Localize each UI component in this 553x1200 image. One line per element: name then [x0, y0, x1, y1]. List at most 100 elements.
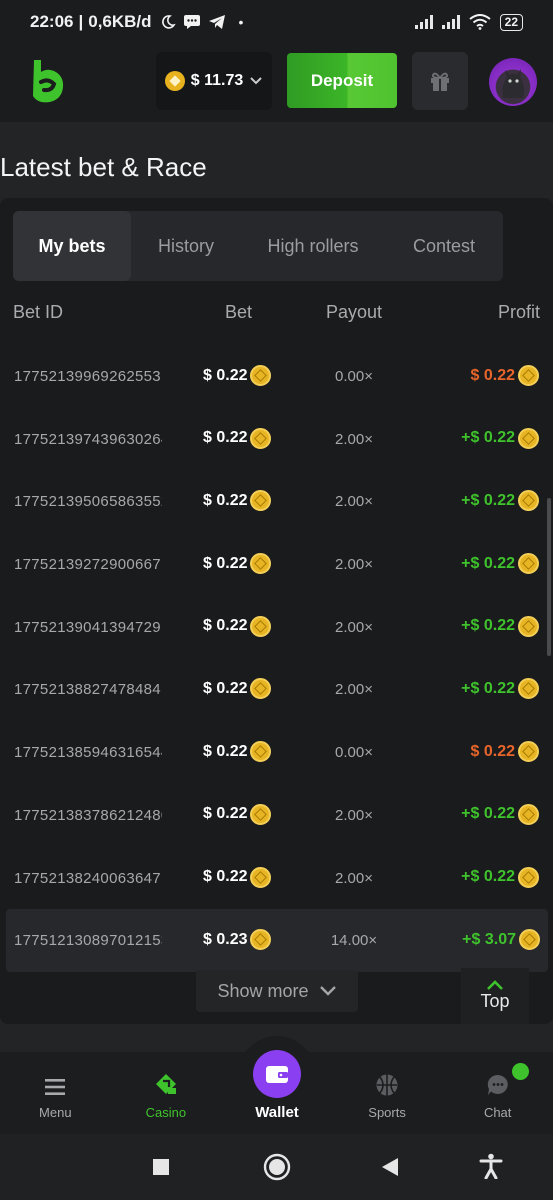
wallet-button[interactable]	[253, 1050, 301, 1098]
coin-icon	[518, 678, 539, 700]
nav-wallet-label: Wallet	[255, 1104, 299, 1121]
tab-high-rollers[interactable]: High rollers	[241, 211, 385, 281]
table-row[interactable]: 1775213837862124800 $ 0.22 2.00× +$ 0.22	[0, 784, 553, 847]
table-row[interactable]: 1775213882747848416 $ 0.22 2.00× +$ 0.22	[0, 658, 553, 721]
bet-amount-text: $ 0.22	[203, 679, 248, 697]
profit: +$ 0.22	[461, 615, 539, 637]
coin-icon	[164, 71, 185, 91]
deposit-button[interactable]: Deposit	[287, 53, 397, 108]
tab-history[interactable]: History	[131, 211, 241, 281]
bet-amount: $ 0.22	[203, 866, 272, 888]
top-label: Top	[480, 991, 510, 1011]
table-row[interactable]: 1775213974396302640 $ 0.22 2.00× +$ 0.22	[0, 408, 553, 471]
signal-icon-2	[441, 15, 460, 29]
coin-icon	[250, 490, 272, 512]
profit-text: +$ 0.22	[461, 868, 515, 885]
chat-icon	[487, 1074, 508, 1095]
bet-amount: $ 0.22	[203, 553, 272, 575]
table-row[interactable]: 1775213950658635528 $ 0.22 2.00× +$ 0.22	[0, 470, 553, 533]
payout: 2.00×	[335, 618, 373, 636]
balance-selector[interactable]: $ 11.73	[156, 52, 272, 110]
bet-id: 1775213882747848416	[14, 681, 162, 699]
coin-icon	[250, 553, 272, 575]
payout: 2.00×	[335, 556, 373, 574]
coin-icon	[518, 803, 539, 825]
bet-amount-text: $ 0.22	[203, 742, 248, 760]
tab-my-bets[interactable]: My bets	[13, 211, 131, 281]
bet-id: 1775213974396302640	[14, 430, 162, 448]
table-row[interactable]: 1775213996926255312 $ 0.22 0.00× $ 0.22	[0, 345, 553, 408]
payout: 14.00×	[330, 932, 378, 950]
battery-icon: 22	[499, 13, 523, 31]
bet-id: 1775213950658635528	[14, 493, 162, 511]
bet-amount-text: $ 0.22	[203, 868, 248, 885]
table-row[interactable]: 1775213904139472912 $ 0.22 2.00× +$ 0.22	[0, 596, 553, 659]
scroll-top-button[interactable]: Top	[461, 968, 529, 1024]
bcgame-logo-icon[interactable]	[28, 58, 66, 104]
scrollbar[interactable]	[547, 498, 551, 656]
nav-casino[interactable]: Casino	[111, 1052, 222, 1134]
nav-chat-label: Chat	[483, 1105, 512, 1120]
bet-id: 1775121308970121536	[14, 932, 162, 950]
chevron-down-icon	[319, 986, 336, 996]
nav-chat[interactable]: Chat	[442, 1052, 553, 1134]
table-row[interactable]: 1775213824006364712 $ 0.22 2.00× +$ 0.22	[0, 847, 553, 910]
profit-text: +$ 0.22	[461, 491, 515, 509]
coin-icon	[518, 427, 539, 449]
wallet-icon	[266, 1066, 288, 1083]
table-header: Bet ID Bet Payout Profit	[0, 296, 553, 330]
coin-icon	[250, 866, 272, 888]
bet-amount-text: $ 0.22	[203, 617, 248, 635]
bet-id: 1775213837862124800	[14, 806, 162, 824]
coin-icon	[250, 615, 272, 637]
payout: 2.00×	[335, 430, 373, 448]
bet-amount: $ 0.22	[203, 427, 272, 449]
profit-text: $ 0.22	[470, 366, 515, 384]
tab-contest[interactable]: Contest	[385, 211, 503, 281]
coin-icon	[518, 365, 539, 386]
bet-amount: $ 0.22	[203, 803, 272, 825]
avatar[interactable]	[489, 58, 537, 106]
gift-button[interactable]	[412, 52, 468, 110]
table-row[interactable]: 1775213859463165448 $ 0.22 0.00× $ 0.22	[0, 721, 553, 784]
table-row[interactable]: 1775213927290066712 $ 0.22 2.00× +$ 0.22	[0, 533, 553, 596]
profit-text: +$ 0.22	[461, 679, 515, 697]
col-bet-id: Bet ID	[13, 302, 64, 322]
show-more-label: Show more	[217, 980, 309, 1001]
profit: $ 0.22	[471, 365, 539, 386]
bet-id: 1775213859463165448	[14, 744, 162, 762]
profit-text: $ 0.22	[470, 742, 515, 760]
profit: +$ 0.22	[461, 678, 539, 700]
profit: +$ 0.22	[461, 427, 539, 449]
show-more-button[interactable]: Show more	[196, 970, 358, 1012]
back-icon[interactable]	[381, 1157, 399, 1177]
profit-text: +$ 0.22	[461, 429, 515, 447]
recent-apps-icon[interactable]	[152, 1158, 170, 1176]
bet-id: 1775213927290066712	[14, 556, 162, 574]
profit: $ 0.22	[470, 741, 539, 763]
bet-id: 1775213996926255312	[14, 368, 162, 385]
nav-sports[interactable]: Sports	[332, 1052, 443, 1134]
bets-table: 1775213996926255312 $ 0.22 0.00× $ 0.22 …	[0, 345, 553, 972]
coin-icon	[250, 929, 272, 951]
app-header: $ 11.73 Deposit	[0, 44, 553, 122]
coin-icon	[250, 427, 272, 449]
profit-text: +$ 3.07	[462, 930, 516, 948]
coin-icon	[518, 553, 539, 575]
chat-notification-badge	[512, 1063, 529, 1080]
profit: +$ 0.22	[461, 490, 539, 512]
coin-icon	[250, 678, 272, 700]
bet-amount-text: $ 0.22	[203, 366, 248, 384]
home-icon[interactable]	[263, 1153, 291, 1181]
table-row[interactable]: 1775121308970121536 $ 0.23 14.00× +$ 3.0…	[6, 909, 548, 972]
profit-text: +$ 0.22	[461, 805, 515, 823]
status-speed: 0,6KB/d	[88, 12, 152, 31]
dot-icon: •	[238, 14, 244, 30]
nav-menu[interactable]: Menu	[0, 1052, 111, 1134]
bet-amount-text: $ 0.22	[203, 554, 248, 572]
coin-icon	[250, 365, 272, 386]
nav-menu-label: Menu	[39, 1105, 72, 1120]
payout: 2.00×	[335, 493, 373, 511]
accessibility-icon[interactable]	[479, 1153, 503, 1179]
status-notification-icons: •	[160, 14, 244, 30]
